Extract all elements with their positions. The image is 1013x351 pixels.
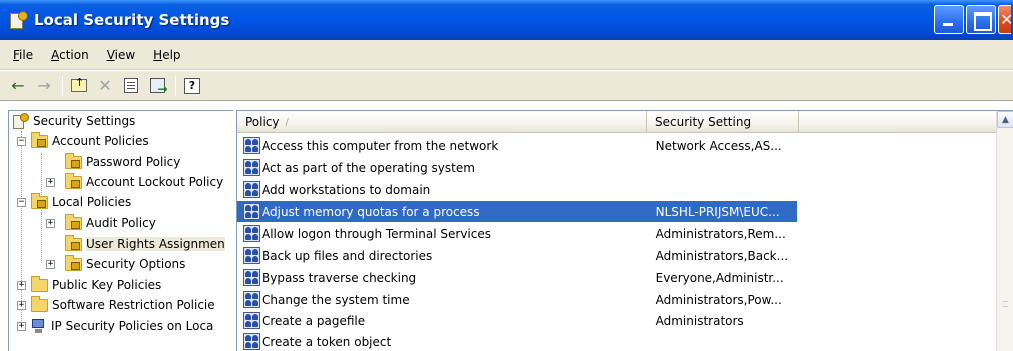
list-row[interactable]: Change the system time Administrators,Po… <box>237 289 797 310</box>
tree-item-security-settings[interactable]: Security Settings <box>13 111 135 131</box>
policy-list-pane[interactable]: Policy / Security Setting Access this com… <box>236 110 1013 351</box>
window-title: Local Security Settings <box>34 11 230 29</box>
folder-icon <box>31 275 48 292</box>
tree-item-account-policies[interactable]: Account Policies <box>31 131 149 151</box>
menu-bar: File Action View Help <box>0 40 1013 70</box>
vertical-scrollbar[interactable]: ▲ <box>996 111 1013 351</box>
list-row[interactable]: Back up files and directories Administra… <box>237 245 797 266</box>
user-rights-icon <box>243 159 260 176</box>
policy-folder-icon <box>65 254 82 271</box>
help-icon: ? <box>184 77 200 94</box>
sort-ascending-icon: / <box>285 116 289 128</box>
list-row[interactable]: Act as part of the operating system <box>237 157 797 178</box>
folder-up-icon <box>71 76 87 92</box>
column-header-policy[interactable]: Policy / <box>237 111 647 133</box>
toolbar: ← → ✕ ? <box>0 71 1013 101</box>
tree-item-account-lockout-policy[interactable]: Account Lockout Policy <box>65 172 223 192</box>
column-header-security-setting[interactable]: Security Setting <box>647 111 799 133</box>
tree-pane[interactable]: Security Settings − Account Policies Pas… <box>8 110 233 351</box>
tree-item-software-restriction-policies[interactable]: Software Restriction Policie <box>31 295 215 315</box>
up-one-level-button[interactable] <box>67 75 91 97</box>
forward-arrow-icon[interactable]: → <box>32 75 56 97</box>
list-row[interactable]: Create a token object <box>237 331 797 351</box>
tree-item-local-policies[interactable]: Local Policies <box>31 192 131 212</box>
scrollbar-grip[interactable] <box>1003 301 1008 307</box>
delete-button[interactable]: ✕ <box>93 75 117 97</box>
expand-icon[interactable]: + <box>46 178 55 187</box>
policy-folder-icon <box>65 172 82 189</box>
list-row-selected[interactable]: Adjust memory quotas for a process NLSHL… <box>237 201 797 222</box>
toolbar-separator <box>62 75 63 96</box>
export-icon <box>149 78 168 96</box>
policy-folder-icon <box>31 131 48 148</box>
user-rights-icon <box>243 203 260 220</box>
tree-item-user-rights-assignment[interactable]: User Rights Assignmen <box>65 234 225 254</box>
minimize-button[interactable] <box>934 5 964 34</box>
policy-folder-icon <box>65 152 82 169</box>
export-list-button[interactable] <box>145 75 169 97</box>
user-rights-icon <box>243 247 260 264</box>
menu-help[interactable]: Help <box>144 48 189 62</box>
user-rights-icon <box>243 225 260 242</box>
tree-item-password-policy[interactable]: Password Policy <box>65 152 180 172</box>
title-bar[interactable]: Local Security Settings <box>0 0 1013 40</box>
menu-file[interactable]: File <box>4 48 42 62</box>
list-row[interactable]: Bypass traverse checking Everyone,Admini… <box>237 267 797 288</box>
properties-button[interactable] <box>119 75 143 97</box>
list-row[interactable]: Access this computer from the network Ne… <box>237 135 797 156</box>
list-header: Policy / Security Setting <box>237 111 1013 133</box>
list-row[interactable]: Create a pagefile Administrators <box>237 310 797 331</box>
scroll-up-arrow-icon[interactable]: ▲ <box>997 111 1013 128</box>
user-rights-icon <box>243 181 260 198</box>
expand-icon[interactable]: + <box>17 322 26 331</box>
collapse-icon[interactable]: − <box>17 198 26 207</box>
list-row[interactable]: Add workstations to domain <box>237 179 797 200</box>
back-arrow-icon[interactable]: ← <box>6 75 30 97</box>
expand-icon[interactable]: + <box>17 281 26 290</box>
user-rights-icon <box>243 333 260 350</box>
security-settings-icon <box>10 11 28 29</box>
policy-folder-icon <box>65 213 82 230</box>
user-rights-icon <box>243 137 260 154</box>
tree-item-public-key-policies[interactable]: Public Key Policies <box>31 275 161 295</box>
help-button[interactable]: ? <box>180 75 204 97</box>
ip-security-icon <box>31 318 47 334</box>
menu-action[interactable]: Action <box>42 48 98 62</box>
folder-icon <box>31 295 48 312</box>
menu-view[interactable]: View <box>98 48 144 62</box>
security-settings-icon <box>13 113 29 129</box>
properties-icon <box>124 78 138 93</box>
policy-folder-icon <box>31 192 48 209</box>
tree-item-security-options[interactable]: Security Options <box>65 254 185 274</box>
user-rights-icon <box>243 291 260 308</box>
policy-folder-icon <box>65 234 82 251</box>
tree-item-audit-policy[interactable]: Audit Policy <box>65 213 156 233</box>
toolbar-separator <box>175 75 176 96</box>
maximize-button[interactable] <box>966 5 996 34</box>
user-rights-icon <box>243 269 260 286</box>
tree-item-ip-security-policies[interactable]: IP Security Policies on Loca <box>31 316 213 336</box>
close-button[interactable] <box>998 5 1013 34</box>
user-rights-icon <box>243 312 260 329</box>
expand-icon[interactable]: + <box>46 219 55 228</box>
expand-icon[interactable]: + <box>17 301 26 310</box>
list-row[interactable]: Allow logon through Terminal Services Ad… <box>237 223 797 244</box>
expand-icon[interactable]: + <box>46 260 55 269</box>
collapse-icon[interactable]: − <box>17 137 26 146</box>
